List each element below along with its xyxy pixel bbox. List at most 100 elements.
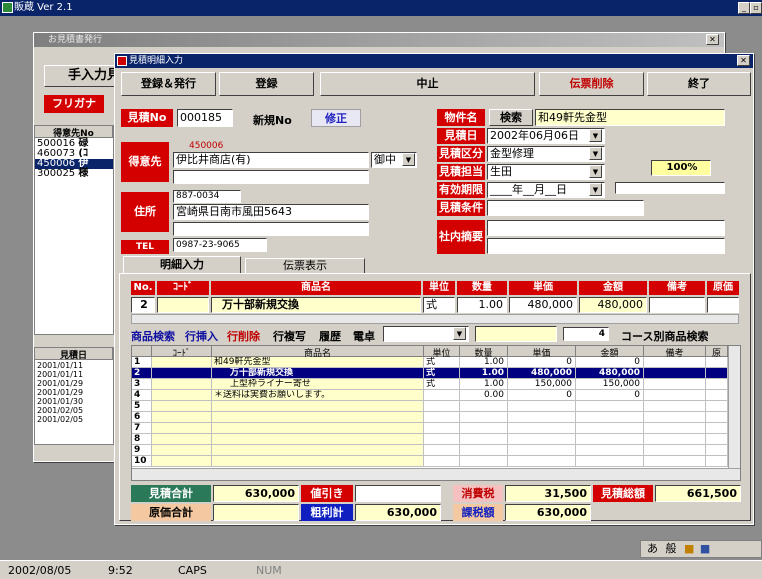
row-insert-button[interactable]: 行挿入: [185, 328, 218, 344]
grid-cell-price[interactable]: 0: [508, 390, 576, 401]
grid-cell-no[interactable]: 10: [132, 456, 152, 467]
grid-cell-unit[interactable]: 式: [424, 379, 460, 390]
grid-cell-cost[interactable]: [706, 390, 728, 401]
address-field[interactable]: 宮崎県日南市風田5643: [173, 204, 369, 220]
grid-cell-name[interactable]: [212, 423, 424, 434]
grid-cell-no[interactable]: 3: [132, 379, 152, 390]
edit-no-field[interactable]: 2: [131, 297, 155, 313]
grid-cell-cost[interactable]: [706, 423, 728, 434]
grid-cell-name[interactable]: 和49軒先金型: [212, 357, 424, 368]
grid-cell-amount[interactable]: 150,000: [576, 379, 644, 390]
grid-cell-price[interactable]: [508, 456, 576, 467]
grid-cell-amount[interactable]: [576, 401, 644, 412]
row-delete-button[interactable]: 行削除: [227, 328, 260, 344]
grid-cell-no[interactable]: 2: [132, 368, 152, 379]
customer-name-field[interactable]: 伊比井商店(有): [173, 152, 369, 168]
action-input[interactable]: [475, 326, 557, 342]
product-search-button[interactable]: 商品検索: [131, 328, 175, 344]
address-2-field[interactable]: [173, 222, 369, 236]
grid-cell-qty[interactable]: 0.00: [460, 390, 508, 401]
grid-cell-name[interactable]: 上型枠ライナー寄せ: [212, 379, 424, 390]
memo-field-1[interactable]: [487, 220, 725, 236]
grid-cell-amount[interactable]: [576, 456, 644, 467]
cancel-button[interactable]: 中止: [320, 72, 535, 96]
grid-cell-name[interactable]: [212, 434, 424, 445]
grid-cell-amount[interactable]: 0: [576, 357, 644, 368]
grid-cell-unit[interactable]: 式: [424, 357, 460, 368]
chevron-down-icon[interactable]: ▼: [589, 183, 602, 196]
chevron-down-icon[interactable]: ▼: [589, 147, 602, 160]
grid-cell-name[interactable]: [212, 401, 424, 412]
app-minimize-button[interactable]: _: [738, 2, 750, 14]
percent-field[interactable]: 100%: [651, 160, 711, 176]
grid-cell-price[interactable]: 150,000: [508, 379, 576, 390]
date-item[interactable]: 2001/01/11: [37, 370, 83, 379]
grid-cell-note[interactable]: [644, 368, 706, 379]
grid-cell-code[interactable]: [152, 368, 212, 379]
edit-note-field[interactable]: [649, 297, 705, 313]
grid-cell-code[interactable]: [152, 379, 212, 390]
valid-extra-field[interactable]: [615, 182, 725, 194]
grid-cell-code[interactable]: [152, 445, 212, 456]
grid-cell-cost[interactable]: [706, 401, 728, 412]
date-list[interactable]: 見積日 2001/01/11 2001/01/11 2001/01/29 200…: [34, 347, 114, 445]
grid-cell-qty[interactable]: [460, 401, 508, 412]
grid-cell-qty[interactable]: 1.00: [460, 368, 508, 379]
discount-field[interactable]: [355, 485, 441, 502]
grid-cell-note[interactable]: [644, 445, 706, 456]
grid-cell-unit[interactable]: [424, 423, 460, 434]
grid-cell-price[interactable]: 480,000: [508, 368, 576, 379]
back-window-close-button[interactable]: ✕: [706, 34, 719, 45]
grid-cell-unit[interactable]: [424, 412, 460, 423]
grid-cell-qty[interactable]: [460, 445, 508, 456]
grid-vscrollbar[interactable]: [728, 346, 740, 468]
edit-cost-field[interactable]: [707, 297, 739, 313]
honorific-select[interactable]: 御中 ▼: [371, 152, 417, 168]
grid-cell-name[interactable]: [212, 445, 424, 456]
grid-cell-qty[interactable]: [460, 412, 508, 423]
date-item[interactable]: 2001/01/29: [37, 379, 83, 388]
grid-cell-qty[interactable]: [460, 434, 508, 445]
grid-cell-name[interactable]: [212, 412, 424, 423]
history-button[interactable]: 履歴: [319, 328, 341, 344]
grid-cell-unit[interactable]: [424, 445, 460, 456]
end-button[interactable]: 終了: [647, 72, 751, 96]
edit-amount-field[interactable]: 480,000: [579, 297, 647, 313]
category-select[interactable]: 金型修理 ▼: [487, 146, 605, 162]
grid-cell-code[interactable]: [152, 401, 212, 412]
grid-cell-unit[interactable]: [424, 390, 460, 401]
grid-cell-qty[interactable]: 1.00: [460, 357, 508, 368]
grid-cell-no[interactable]: 9: [132, 445, 152, 456]
grid-cell-code[interactable]: [152, 390, 212, 401]
tab-detail-input[interactable]: 明細入力: [123, 256, 241, 274]
grid-cell-price[interactable]: [508, 434, 576, 445]
item-name-field[interactable]: 和49軒先金型: [535, 109, 725, 126]
edit-price-field[interactable]: 480,000: [509, 297, 577, 313]
edit-name-field[interactable]: 万十部新規交換: [211, 297, 421, 313]
grid-cell-qty[interactable]: [460, 456, 508, 467]
grid-cell-price[interactable]: [508, 445, 576, 456]
estimate-no-field[interactable]: 000185: [177, 109, 233, 127]
grid-cell-name[interactable]: [212, 456, 424, 467]
ime-mode-icon[interactable]: あ: [647, 542, 658, 555]
grid-cell-amount[interactable]: [576, 412, 644, 423]
edit-row-scrollbar[interactable]: [131, 314, 739, 324]
grid-cell-cost[interactable]: [706, 434, 728, 445]
grid-cell-amount[interactable]: [576, 445, 644, 456]
row-copy-button[interactable]: 行複写: [273, 328, 306, 344]
grid-cell-name[interactable]: 万十部新規交換: [212, 368, 424, 379]
main-window-close-button[interactable]: ✕: [737, 55, 750, 66]
grid-cell-code[interactable]: [152, 412, 212, 423]
edit-unit-field[interactable]: 式: [423, 297, 455, 313]
chevron-down-icon[interactable]: ▼: [589, 165, 602, 178]
grid-cell-note[interactable]: [644, 390, 706, 401]
grid-cell-note[interactable]: [644, 379, 706, 390]
register-issue-button[interactable]: 登録＆発行: [121, 72, 216, 96]
grid-cell-amount[interactable]: [576, 434, 644, 445]
grid-cell-cost[interactable]: [706, 412, 728, 423]
grid-cell-no[interactable]: 4: [132, 390, 152, 401]
grid-cell-amount[interactable]: 0: [576, 390, 644, 401]
grid-cell-unit[interactable]: 式: [424, 368, 460, 379]
grid-cell-code[interactable]: [152, 456, 212, 467]
grid-cell-note[interactable]: [644, 412, 706, 423]
